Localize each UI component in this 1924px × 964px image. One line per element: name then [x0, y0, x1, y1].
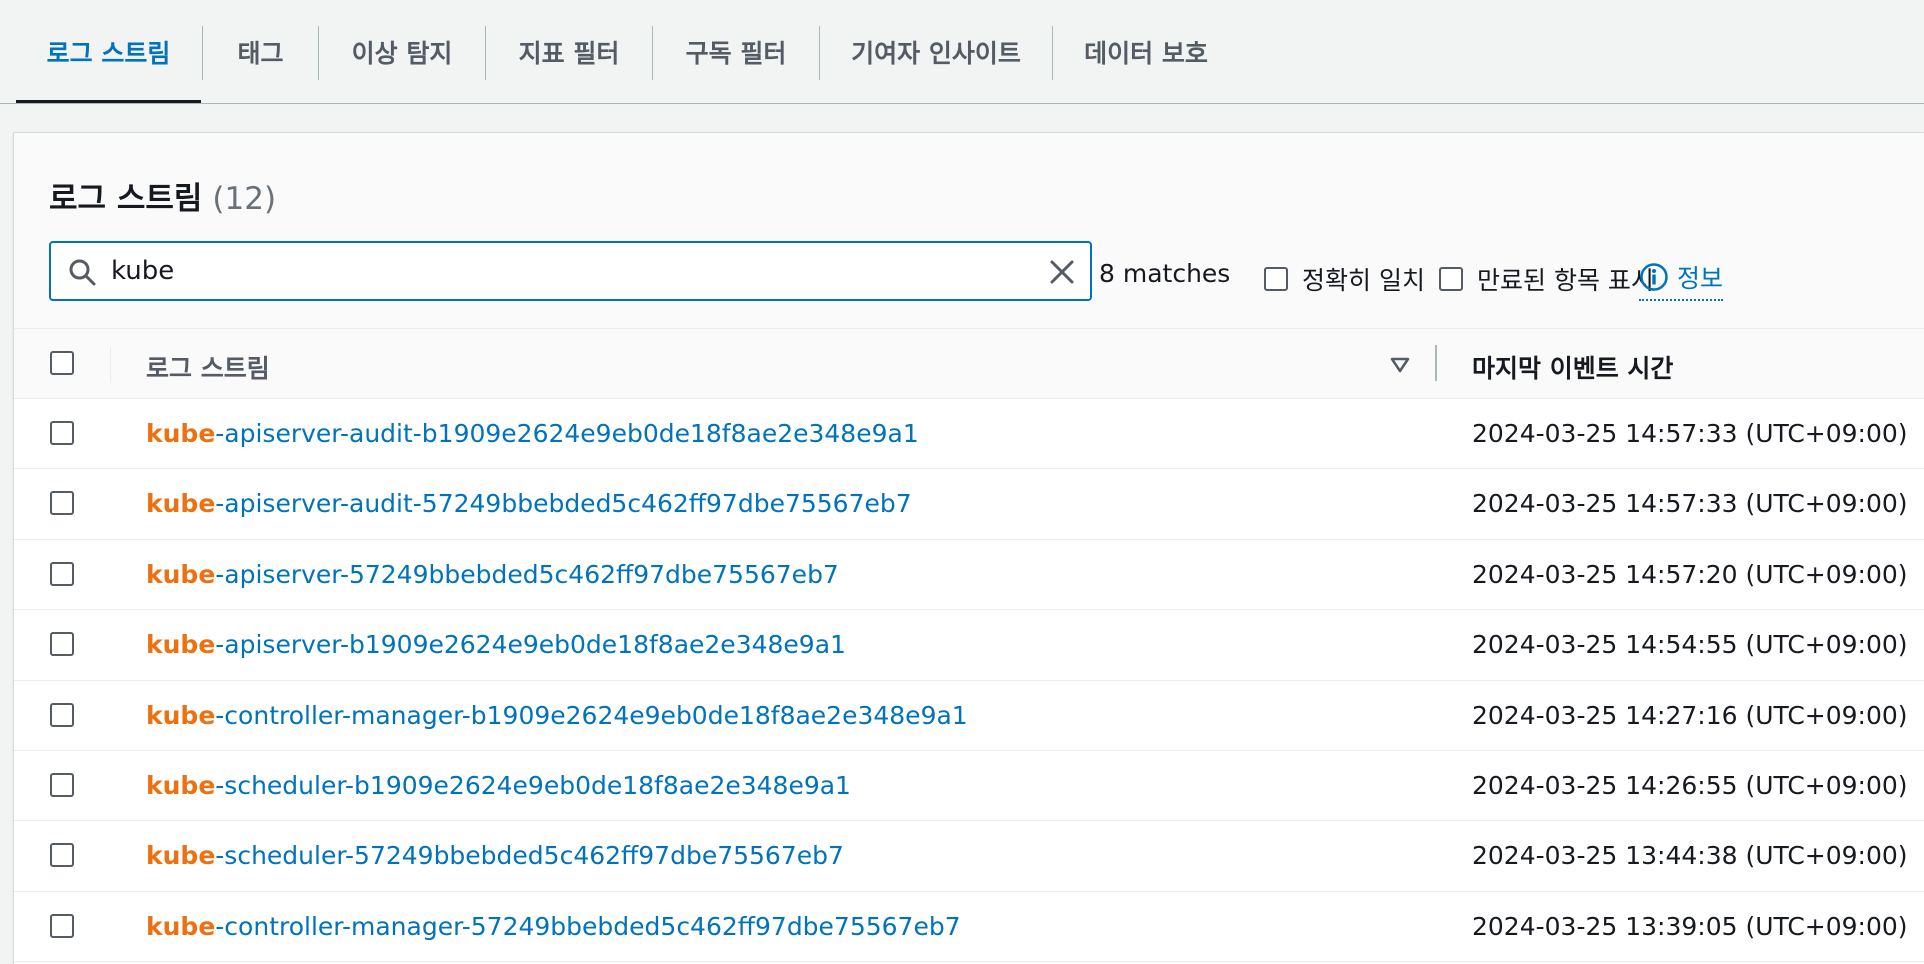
- log-stream-link[interactable]: kube-apiserver-b1909e2624e9eb0de18f8ae2e…: [146, 630, 846, 659]
- table-row: kube-apiserver-audit-57249bbebded5c462ff…: [14, 469, 1924, 540]
- tab-tags[interactable]: 태그: [203, 0, 318, 104]
- last-event-time: 2024-03-25 14:54:55 (UTC+09:00): [1472, 630, 1908, 660]
- last-event-time: 2024-03-25 13:44:38 (UTC+09:00): [1472, 841, 1908, 871]
- log-stream-link[interactable]: kube-apiserver-57249bbebded5c462ff97dbe7…: [146, 560, 839, 589]
- log-stream-name-rest: -apiserver-57249bbebded5c462ff97dbe75567…: [215, 559, 839, 589]
- tab-log-streams[interactable]: 로그 스트림: [16, 0, 201, 104]
- log-stream-name-rest: -apiserver-b1909e2624e9eb0de18f8ae2e348e…: [215, 630, 846, 660]
- table-row: kube-scheduler-b1909e2624e9eb0de18f8ae2e…: [14, 750, 1924, 822]
- tab-metric-filters[interactable]: 지표 필터: [486, 0, 652, 104]
- log-stream-name-rest: -scheduler-57249bbebded5c462ff97dbe75567…: [215, 841, 844, 871]
- stream-count: (12): [212, 181, 277, 217]
- select-all-checkbox[interactable]: [50, 351, 74, 375]
- exact-match-label: 정확히 일치: [1302, 266, 1425, 295]
- last-event-time: 2024-03-25 14:57:20 (UTC+09:00): [1472, 559, 1908, 589]
- last-event-time: 2024-03-25 14:27:16 (UTC+09:00): [1472, 700, 1908, 730]
- panel-title: 로그 스트림 (12): [49, 173, 276, 218]
- column-header-log-stream[interactable]: 로그 스트림: [146, 349, 270, 385]
- match-highlight: kube: [146, 841, 216, 871]
- search-input[interactable]: [111, 243, 1011, 299]
- row-checkbox[interactable]: [50, 421, 74, 445]
- match-count: 8 matches: [1099, 259, 1231, 288]
- log-stream-name-rest: -scheduler-b1909e2624e9eb0de18f8ae2e348e…: [215, 770, 851, 800]
- table-row: kube-controller-manager-b1909e2624e9eb0d…: [14, 680, 1924, 751]
- log-stream-link[interactable]: kube-controller-manager-b1909e2624e9eb0d…: [146, 701, 968, 730]
- row-checkbox[interactable]: [50, 702, 74, 727]
- table-row: kube-apiserver-b1909e2624e9eb0de18f8ae2e…: [14, 610, 1924, 681]
- row-checkbox[interactable]: [50, 491, 74, 516]
- table-row: kube-controller-manager-57249bbebded5c46…: [14, 891, 1924, 963]
- row-checkbox[interactable]: [50, 772, 74, 797]
- match-highlight: kube: [146, 700, 216, 730]
- info-label: 정보: [1677, 264, 1724, 293]
- show-expired-option[interactable]: 만료된 항목 표시: [1439, 261, 1654, 297]
- search-box: [49, 241, 1092, 301]
- log-stream-link[interactable]: kube-scheduler-57249bbebded5c462ff97dbe7…: [146, 841, 844, 870]
- log-stream-link[interactable]: kube-scheduler-b1909e2624e9eb0de18f8ae2e…: [146, 771, 851, 800]
- log-stream-link[interactable]: kube-controller-manager-57249bbebded5c46…: [146, 912, 961, 941]
- tab-anomaly-detection[interactable]: 이상 탐지: [319, 0, 485, 104]
- column-divider: [110, 347, 111, 383]
- column-divider[interactable]: [1435, 345, 1437, 381]
- table-header: 로그 스트림 마지막 이벤트 시간: [14, 329, 1924, 399]
- last-event-time: 2024-03-25 14:57:33 (UTC+09:00): [1472, 489, 1908, 519]
- tab-subscription-filters[interactable]: 구독 필터: [653, 0, 819, 104]
- log-stream-link[interactable]: kube-apiserver-audit-b1909e2624e9eb0de18…: [146, 419, 919, 448]
- show-expired-label: 만료된 항목 표시: [1477, 266, 1654, 295]
- active-tab-indicator: [16, 100, 201, 103]
- match-highlight: kube: [146, 630, 216, 660]
- match-highlight: kube: [146, 911, 216, 941]
- row-checkbox[interactable]: [50, 632, 74, 657]
- info-link[interactable]: 정보: [1639, 259, 1724, 301]
- panel-header: 로그 스트림 (12) 8 matches 정확히 일치 만료된 항목 표시: [14, 133, 1924, 329]
- log-stream-name-rest: -apiserver-audit-57249bbebded5c462ff97db…: [215, 489, 912, 519]
- table-row: kube-apiserver-audit-b1909e2624e9eb0de18…: [14, 399, 1924, 470]
- match-highlight: kube: [146, 770, 216, 800]
- panel-title-text: 로그 스트림: [49, 181, 203, 217]
- exact-match-checkbox[interactable]: [1264, 267, 1288, 291]
- table-row: kube-apiserver-57249bbebded5c462ff97dbe7…: [14, 539, 1924, 611]
- last-event-time: 2024-03-25 13:39:05 (UTC+09:00): [1472, 911, 1908, 941]
- info-icon: [1640, 263, 1668, 291]
- log-stream-name-rest: -apiserver-audit-b1909e2624e9eb0de18f8ae…: [215, 419, 919, 448]
- row-checkbox[interactable]: [50, 561, 74, 586]
- match-highlight: kube: [146, 419, 216, 448]
- log-stream-name-rest: -controller-manager-b1909e2624e9eb0de18f…: [215, 700, 968, 730]
- row-checkbox[interactable]: [50, 843, 74, 868]
- show-expired-checkbox[interactable]: [1439, 267, 1463, 291]
- log-streams-panel: 로그 스트림 (12) 8 matches 정확히 일치 만료된 항목 표시: [13, 132, 1924, 964]
- table-body: kube-apiserver-audit-b1909e2624e9eb0de18…: [14, 399, 1924, 963]
- tab-contributor-insights[interactable]: 기여자 인사이트: [820, 0, 1052, 104]
- last-event-time: 2024-03-25 14:26:55 (UTC+09:00): [1472, 770, 1908, 800]
- search-icon: [69, 259, 96, 286]
- match-highlight: kube: [146, 489, 216, 519]
- last-event-time: 2024-03-25 14:57:33 (UTC+09:00): [1472, 419, 1908, 448]
- log-stream-link[interactable]: kube-apiserver-audit-57249bbebded5c462ff…: [146, 489, 912, 518]
- row-checkbox[interactable]: [50, 913, 74, 938]
- column-header-last-event-time[interactable]: 마지막 이벤트 시간: [1472, 349, 1673, 385]
- exact-match-option[interactable]: 정확히 일치: [1264, 261, 1425, 297]
- table-row: kube-scheduler-57249bbebded5c462ff97dbe7…: [14, 821, 1924, 892]
- sort-descending-icon[interactable]: [1389, 354, 1411, 376]
- log-stream-name-rest: -controller-manager-57249bbebded5c462ff9…: [215, 911, 961, 941]
- close-icon[interactable]: [1046, 256, 1078, 288]
- tab-bar: 로그 스트림 태그 이상 탐지 지표 필터 구독 필터 기여자 인사이트 데이터…: [0, 0, 1924, 104]
- tab-data-protection[interactable]: 데이터 보호: [1053, 0, 1239, 104]
- match-highlight: kube: [146, 559, 216, 589]
